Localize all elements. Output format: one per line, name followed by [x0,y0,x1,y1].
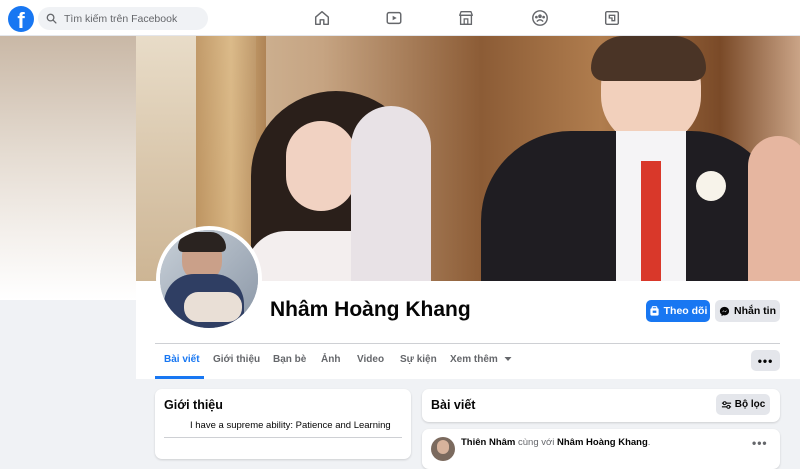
message-button[interactable]: Nhắn tin [715,300,780,322]
tab-see-more-label: Xem thêm [450,354,498,365]
post-tagged-user[interactable]: Nhâm Hoàng Khang [557,437,648,448]
cover-bride-face [286,121,356,211]
cover-groom-hair [591,36,706,81]
post-with-text: cùng với [518,437,555,448]
post-card: Thiên Nhâm cùng với Nhâm Hoàng Khang. ••… [422,429,780,469]
avatar-baby [184,292,242,322]
posts-header-card: Bài viết Bộ lọc [422,389,780,422]
tabs-divider [155,343,780,344]
search-box[interactable] [38,7,208,30]
tab-videos[interactable]: Video [357,354,384,365]
filter-label: Bộ lọc [734,399,766,410]
posts-title: Bài viết [431,398,476,412]
cover-groom-tie [641,161,661,281]
post-suffix: . [647,437,651,448]
tab-photos[interactable]: Ảnh [321,354,340,365]
tab-friends[interactable]: Bạn bè [273,354,306,365]
follow-button[interactable]: Theo dõi [646,300,710,322]
tab-posts[interactable]: Bài viết [164,354,200,365]
profile-name: Nhâm Hoàng Khang [270,298,471,321]
cover-guest-right [748,136,800,281]
marketplace-icon[interactable] [456,8,476,28]
filter-button[interactable]: Bộ lọc [716,394,770,415]
intro-divider [164,437,402,438]
follow-label: Theo dõi [663,305,708,317]
intro-card: Giới thiệu I have a supreme ability: Pat… [155,389,411,459]
groups-icon[interactable] [530,8,550,28]
avatar-hair [178,232,226,252]
intro-bio: I have a supreme ability: Patience and L… [190,420,391,431]
watch-icon[interactable] [384,8,404,28]
cover-boutonniere [696,171,726,201]
messenger-icon [719,306,730,316]
home-icon[interactable] [312,8,332,28]
search-input[interactable] [62,11,202,26]
tab-events[interactable]: Sự kiện [400,354,437,365]
gaming-icon[interactable] [602,8,622,28]
search-icon [46,13,57,24]
intro-title: Giới thiệu [164,398,223,412]
message-label: Nhắn tin [734,305,776,317]
top-navigation-bar: f [0,0,800,36]
post-menu-button[interactable]: ••• [752,436,768,450]
filter-icon [721,400,731,409]
cover-left-background [0,36,136,300]
tab-about[interactable]: Giới thiệu [213,354,260,365]
profile-more-button[interactable]: ••• [751,350,780,371]
post-author-avatar[interactable] [431,437,455,461]
tab-see-more[interactable]: Xem thêm [450,354,512,365]
follow-icon [650,305,659,316]
facebook-logo[interactable]: f [8,6,34,32]
post-author[interactable]: Thiên Nhâm [461,437,515,448]
profile-avatar[interactable] [156,226,262,332]
post-header-line: Thiên Nhâm cùng với Nhâm Hoàng Khang. [461,437,650,448]
active-tab-underline [155,376,204,379]
cover-guest [351,106,431,281]
caret-down-icon [504,357,512,361]
